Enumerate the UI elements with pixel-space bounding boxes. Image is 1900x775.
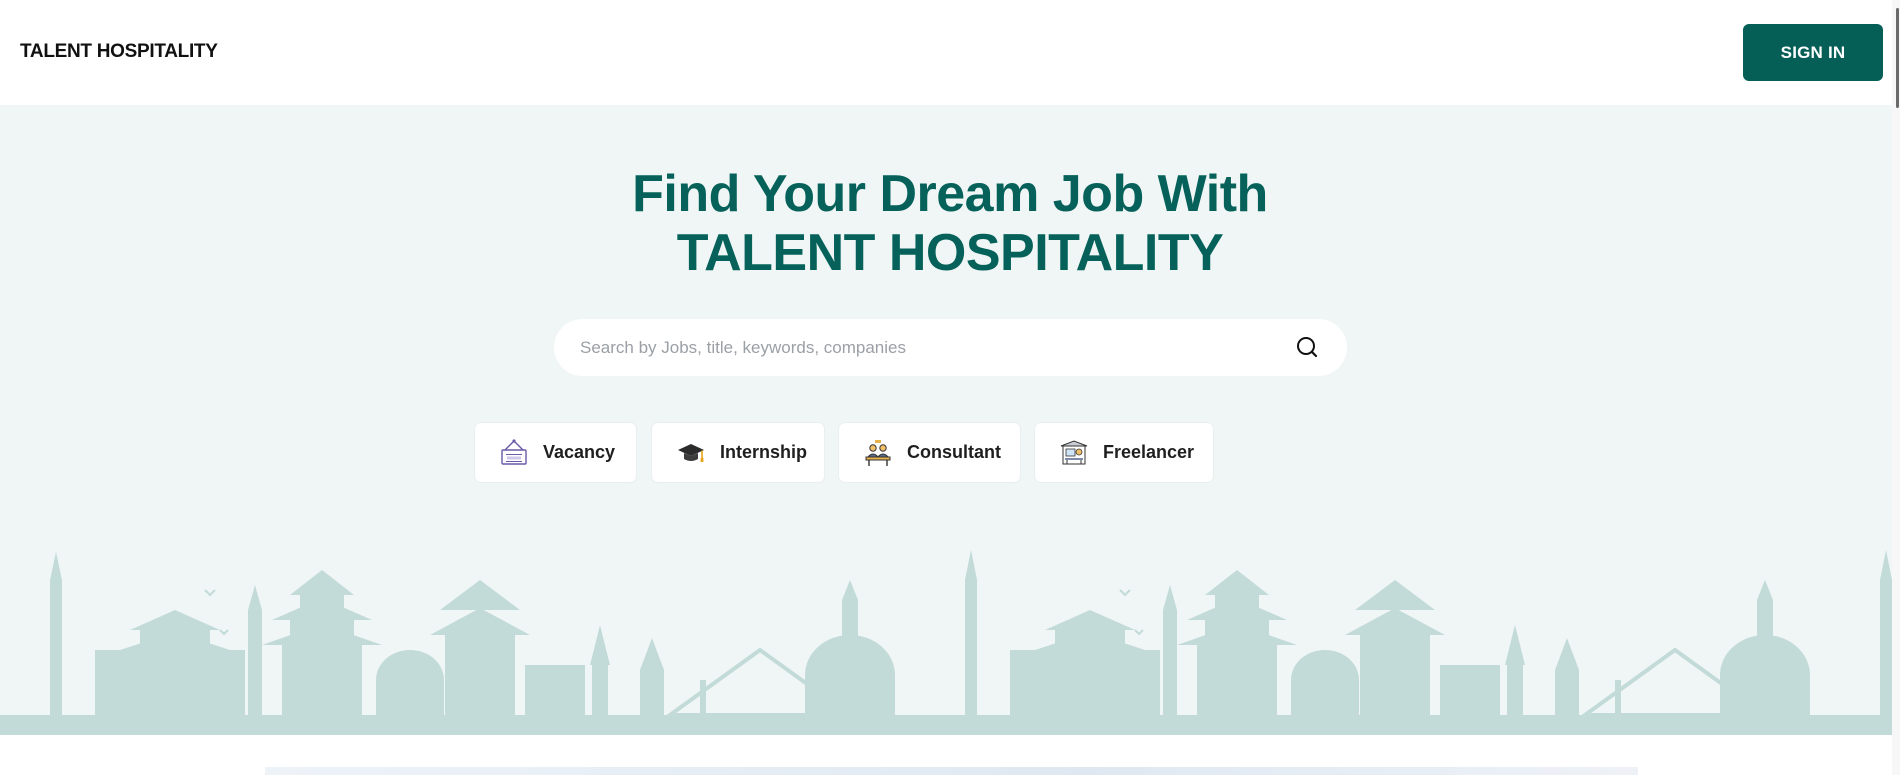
scrollbar-track[interactable] [1892,0,1900,775]
category-label: Consultant [907,442,1001,462]
category-label: Vacancy [543,442,616,462]
scrollbar-thumb[interactable] [1896,8,1899,108]
hero-title-line-2: TALENT HOSPITALITY [676,224,1224,282]
banner-preview [265,767,1638,775]
sign-in-button[interactable]: SIGN IN [1743,24,1883,81]
freelancer-workspace-icon [1060,439,1088,464]
brand-logo-text[interactable]: TALENT HOSPITALITY [20,41,218,63]
hero-section: Find Your Dream Job With TALENT HOSPITAL… [0,105,1892,735]
search-icon[interactable] [1295,335,1320,360]
hero-title: Find Your Dream Job With TALENT HOSPITAL… [0,165,1892,283]
category-freelancer[interactable]: Freelancer [1035,423,1213,482]
category-vacancy[interactable]: Vacancy [475,423,636,482]
vacancy-board-icon [501,438,527,465]
category-internship[interactable]: Internship [652,423,824,482]
skyline-illustration [0,548,1892,735]
category-label: Internship [720,442,808,462]
category-consultant[interactable]: Consultant [839,423,1020,482]
consultant-desk-icon [865,439,891,466]
search-input[interactable] [580,319,1260,376]
hero-title-line-1: Find Your Dream Job With [632,165,1268,223]
top-header: TALENT HOSPITALITY SIGN IN [0,0,1900,105]
category-label: Freelancer [1103,442,1195,462]
graduation-cap-icon [678,443,704,462]
search-bar [554,319,1347,376]
